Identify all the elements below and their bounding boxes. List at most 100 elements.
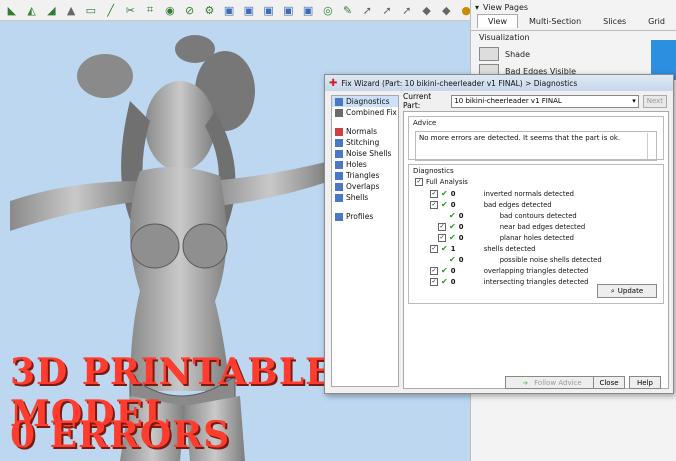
nav-icon: [335, 138, 343, 147]
arrow-right-icon: ➜: [522, 378, 529, 387]
tab-grid[interactable]: Grid: [637, 14, 676, 28]
nav-icon: [335, 193, 343, 202]
pen-icon[interactable]: ✎: [340, 3, 356, 17]
follow-advice-button[interactable]: ➜ Follow Advice: [505, 376, 599, 389]
nav-item-holes[interactable]: Holes: [332, 159, 398, 170]
diagnostic-checkbox[interactable]: ✓: [438, 233, 446, 242]
nav-label: Stitching: [346, 138, 380, 147]
dialog-titlebar[interactable]: ✚ Fix Wizard (Part: 10 bikini-cheerleade…: [325, 75, 673, 91]
diagnostic-count: 0: [458, 211, 464, 220]
shade-icon: [479, 47, 499, 61]
full-analysis-label: Full Analysis: [426, 177, 468, 186]
circle-icon[interactable]: ◉: [162, 3, 178, 17]
full-analysis-checkbox[interactable]: ✓: [415, 177, 423, 186]
rect-icon[interactable]: ▭: [83, 3, 99, 17]
diagnostic-label: overlapping triangles detected: [483, 266, 589, 275]
nav-label: Holes: [346, 160, 367, 169]
globe-icon[interactable]: ◎: [320, 3, 336, 17]
diagnostic-checkbox[interactable]: ✓: [430, 244, 438, 253]
diagnostic-checkbox[interactable]: ✓: [430, 277, 438, 286]
shade-row[interactable]: Shade: [479, 47, 669, 61]
nav-icon: [335, 160, 343, 169]
dialog-title: Fix Wizard (Part: 10 bikini-cheerleader …: [341, 78, 578, 88]
wizard-content: Current Part: 10 bikini-cheerleader v1 F…: [403, 92, 669, 389]
triangle-icon[interactable]: ▲: [63, 3, 79, 17]
diagnostic-count: 0: [450, 200, 456, 209]
arrow-icon[interactable]: ➚: [360, 3, 376, 17]
measure-icon[interactable]: ⊘: [182, 3, 198, 17]
tri-icon[interactable]: ◆: [419, 3, 435, 17]
box-icon[interactable]: ▣: [241, 3, 257, 17]
nav-item-normals[interactable]: Normals: [332, 126, 398, 137]
nav-label: Noise Shells: [346, 149, 392, 158]
diagnostics-content: Advice No more errors are detected. It s…: [403, 111, 669, 389]
next-button[interactable]: Next: [642, 94, 667, 108]
nav-label: Diagnostics: [346, 97, 390, 106]
update-button[interactable]: ⌕ Update: [597, 284, 657, 298]
collapse-icon[interactable]: ▾: [475, 3, 479, 12]
diagnostic-count: 0: [458, 255, 464, 264]
diagnostic-checkbox[interactable]: ✓: [430, 266, 438, 275]
nav-icon: [335, 212, 343, 221]
arrow-icon[interactable]: ➚: [379, 3, 395, 17]
diagnostic-row: ✓ ✔ 0 planar holes detected: [427, 233, 574, 242]
help-button[interactable]: Help: [629, 376, 661, 389]
check-icon: ✔: [441, 189, 448, 198]
nav-item-triangles[interactable]: Triangles: [332, 170, 398, 181]
nav-item-combined-fix[interactable]: Combined Fix: [332, 107, 398, 118]
nav-item-shells[interactable]: Shells: [332, 192, 398, 203]
box-icon[interactable]: ▣: [221, 3, 237, 17]
tri-icon[interactable]: ◆: [439, 3, 455, 17]
shade-label: Shade: [505, 49, 531, 59]
select-icon[interactable]: ◣: [4, 3, 20, 17]
diagnostic-count: 0: [450, 189, 456, 198]
plane-icon[interactable]: ◢: [44, 3, 60, 17]
view-pages-header: ▾ View Pages: [471, 0, 676, 14]
nav-label: Profiles: [346, 212, 374, 221]
view-icon[interactable]: ⌗: [142, 3, 158, 17]
follow-advice-label: Follow Advice: [534, 378, 582, 387]
nav-item-noise-shells[interactable]: Noise Shells: [332, 148, 398, 159]
zone-icon[interactable]: ◭: [24, 3, 40, 17]
line-icon[interactable]: ╱: [103, 3, 119, 17]
diagnostic-checkbox[interactable]: ✓: [438, 222, 446, 231]
full-analysis-row[interactable]: ✓ Full Analysis: [415, 177, 468, 186]
arrow-icon[interactable]: ➚: [399, 3, 415, 17]
check-icon: ✔: [449, 211, 456, 220]
check-icon: ✔: [441, 200, 448, 209]
chevron-down-icon: ▾: [632, 97, 636, 105]
diagnostic-row: ✓ ✔ 0 intersecting triangles detected: [427, 277, 588, 286]
check-icon: ✔: [441, 244, 448, 253]
box-icon[interactable]: ▣: [261, 3, 277, 17]
diagnostic-count: 0: [450, 277, 456, 286]
diagnostic-checkbox[interactable]: ✓: [430, 189, 438, 198]
diagnostic-count: 0: [458, 222, 464, 231]
tab-multi-section[interactable]: Multi-Section: [518, 14, 592, 28]
cut-icon[interactable]: ✂: [123, 3, 139, 17]
tab-slices[interactable]: Slices: [592, 14, 637, 28]
update-label: Update: [617, 287, 644, 295]
box-icon[interactable]: ▣: [281, 3, 297, 17]
check-icon: ✔: [441, 277, 448, 286]
nav-item-diagnostics[interactable]: Diagnostics: [332, 96, 398, 107]
tab-view[interactable]: View: [477, 14, 518, 28]
diagnostic-count: 0: [458, 233, 464, 242]
magnifier-icon: ⌕: [610, 286, 615, 295]
box-icon[interactable]: ▣: [300, 3, 316, 17]
diagnostics-title: Diagnostics: [413, 167, 454, 175]
advice-scrollbar[interactable]: [647, 133, 655, 159]
wizard-nav: Diagnostics Combined Fix Normals Stitching N…: [331, 95, 399, 387]
nav-item-overlaps[interactable]: Overlaps: [332, 181, 398, 192]
close-button[interactable]: Close: [593, 376, 625, 389]
advice-title: Advice: [413, 119, 437, 127]
diagnostic-checkbox[interactable]: ✓: [430, 200, 438, 209]
diagnostic-row: ✔ 0 bad contours detected: [427, 211, 577, 220]
diagnostic-label: shells detected: [483, 244, 536, 253]
fix-icon[interactable]: ⚙: [202, 3, 218, 17]
fix-wizard-dialog: ✚ Fix Wizard (Part: 10 bikini-cheerleade…: [324, 74, 674, 394]
current-part-label: Current Part:: [403, 92, 432, 110]
current-part-select[interactable]: 10 bikini-cheerleader v1 FINAL ▾: [451, 94, 639, 108]
nav-icon: [335, 127, 343, 136]
nav-item-stitching[interactable]: Stitching: [332, 137, 398, 148]
nav-item-profiles[interactable]: Profiles: [332, 211, 398, 222]
